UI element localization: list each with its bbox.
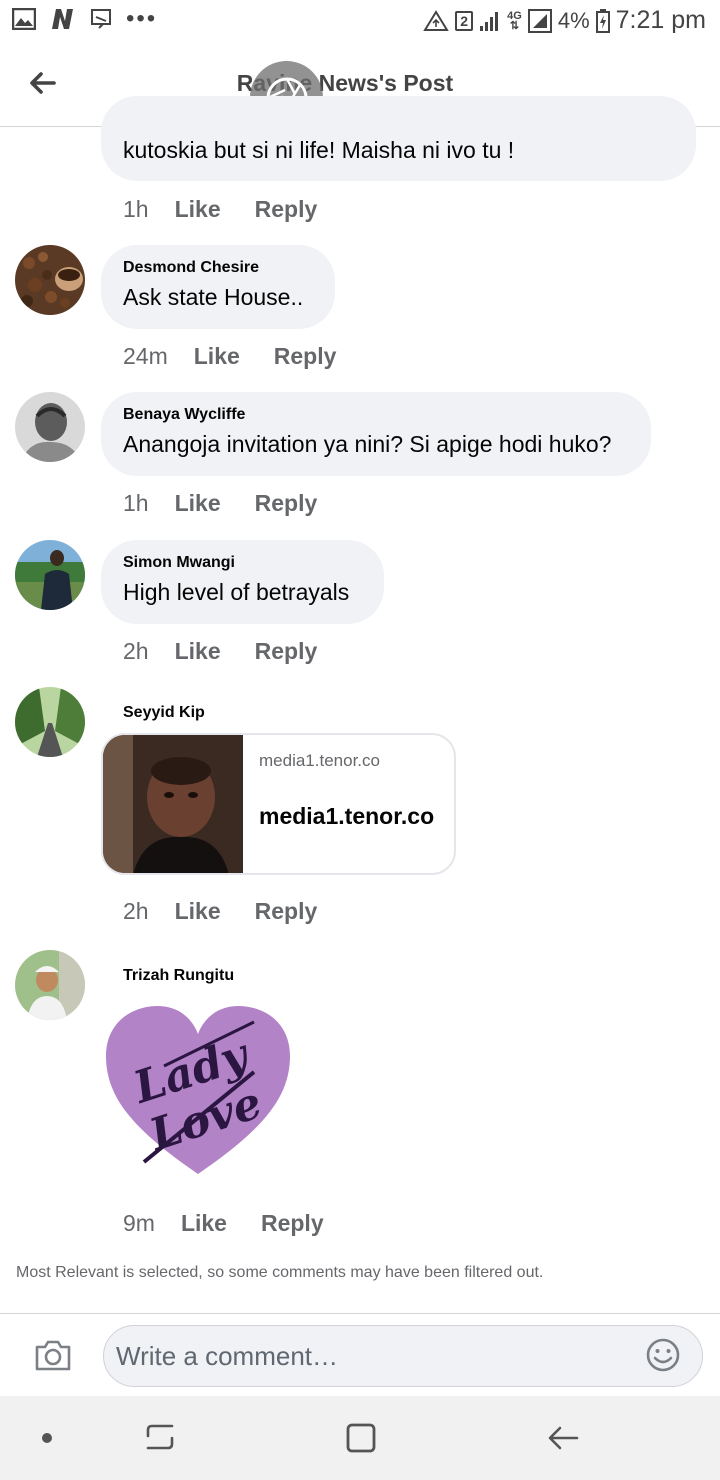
comment-text: Ask state House.. xyxy=(123,284,304,310)
link-thumbnail xyxy=(103,735,243,873)
comment-actions: 2h Like Reply xyxy=(123,638,317,665)
commenter-name[interactable]: Simon Mwangi xyxy=(123,554,362,572)
gallery-notification-icon xyxy=(12,8,36,30)
like-button[interactable]: Like xyxy=(175,490,221,517)
comment-time: 2h xyxy=(123,898,149,924)
battery-percent: 4% xyxy=(557,7,590,33)
avatar[interactable] xyxy=(15,245,85,315)
like-button[interactable]: Like xyxy=(194,343,240,370)
status-right: 2 4G ⇅ 4% 7:21 pm xyxy=(423,6,706,35)
comment-actions: 9m Like Reply xyxy=(123,1210,324,1237)
cast-notification-icon xyxy=(91,9,111,29)
comment-composer xyxy=(0,1313,720,1397)
comment-bubble[interactable]: Simon Mwangi High level of betrayals xyxy=(101,540,384,624)
link-domain: media1.tenor.co xyxy=(259,751,380,770)
back-icon[interactable] xyxy=(543,1418,583,1458)
reply-button[interactable]: Reply xyxy=(274,343,337,370)
avatar[interactable] xyxy=(15,540,85,610)
status-left: ••• xyxy=(12,5,158,32)
comment-time: 2h xyxy=(123,638,149,664)
comment-input[interactable] xyxy=(103,1325,703,1387)
comment-text: kutoskia but si ni life! Maisha ni ivo t… xyxy=(123,137,515,163)
comment-actions: 1h Like Reply xyxy=(123,490,317,517)
status-bar: ••• 2 4G ⇅ 4% 7:21 pm xyxy=(0,0,720,44)
filter-note: Most Relevant is selected, so some comme… xyxy=(16,1264,544,1281)
like-button[interactable]: Like xyxy=(175,638,221,665)
avatar[interactable] xyxy=(15,392,85,462)
signal-icon xyxy=(480,11,499,31)
dot-icon[interactable] xyxy=(27,1418,67,1458)
reply-button[interactable]: Reply xyxy=(261,1210,324,1237)
emoji-icon[interactable] xyxy=(645,1337,681,1373)
reply-button[interactable]: Reply xyxy=(255,898,318,925)
camera-icon[interactable] xyxy=(34,1336,72,1374)
comment-actions: 24m Like Reply xyxy=(123,343,336,370)
like-button[interactable]: Like xyxy=(175,196,221,223)
page-title: Ravine News's Post xyxy=(236,70,454,96)
like-button[interactable]: Like xyxy=(181,1210,227,1237)
signal-box-icon xyxy=(527,8,552,33)
commenter-name[interactable]: Seyyid Kip xyxy=(123,704,205,722)
system-nav-bar xyxy=(0,1396,720,1480)
comment-text: Anangoja invitation ya nini? Si apige ho… xyxy=(123,431,612,457)
link-preview-card[interactable]: media1.tenor.co media1.tenor.co xyxy=(101,733,456,875)
like-button[interactable]: Like xyxy=(175,898,221,925)
notification-count-badge: 2 xyxy=(455,10,474,31)
comment-time: 1h xyxy=(123,490,149,516)
data-saver-icon xyxy=(423,9,449,31)
comment-text: High level of betrayals xyxy=(123,579,350,605)
avatar[interactable] xyxy=(15,950,85,1020)
reply-button[interactable]: Reply xyxy=(255,490,318,517)
commenter-name[interactable]: Benaya Wycliffe xyxy=(123,406,629,424)
comment-actions: 2h Like Reply xyxy=(123,898,317,925)
battery-charging-icon xyxy=(595,8,610,33)
comment-actions: 1h Like Reply xyxy=(123,196,317,223)
reply-button[interactable]: Reply xyxy=(255,196,318,223)
link-title: media1.tenor.co xyxy=(259,803,435,829)
comment-bubble[interactable]: Desmond Chesire Ask state House.. xyxy=(101,245,335,329)
commenter-name[interactable]: Trizah Rungitu xyxy=(123,967,234,985)
comment-time: 24m xyxy=(123,343,168,369)
comment-bubble[interactable]: Benaya Wycliffe Anangoja invitation ya n… xyxy=(101,392,651,476)
news-app-notification-icon xyxy=(52,9,73,29)
recent-apps-icon[interactable] xyxy=(140,1418,180,1458)
sticker[interactable]: Lady Love xyxy=(104,1002,292,1180)
comment-bubble[interactable]: kutoskia but si ni life! Maisha ni ivo t… xyxy=(101,96,696,181)
commenter-name[interactable]: Desmond Chesire xyxy=(123,259,313,277)
comment-time: 9m xyxy=(123,1210,155,1236)
home-icon[interactable] xyxy=(341,1418,381,1458)
network-type: 4G ⇅ xyxy=(507,9,522,32)
comment-time: 1h xyxy=(123,196,149,222)
clock: 7:21 pm xyxy=(615,6,706,34)
more-notifications-icon: ••• xyxy=(126,5,158,32)
reply-button[interactable]: Reply xyxy=(255,638,318,665)
avatar[interactable] xyxy=(15,687,85,757)
